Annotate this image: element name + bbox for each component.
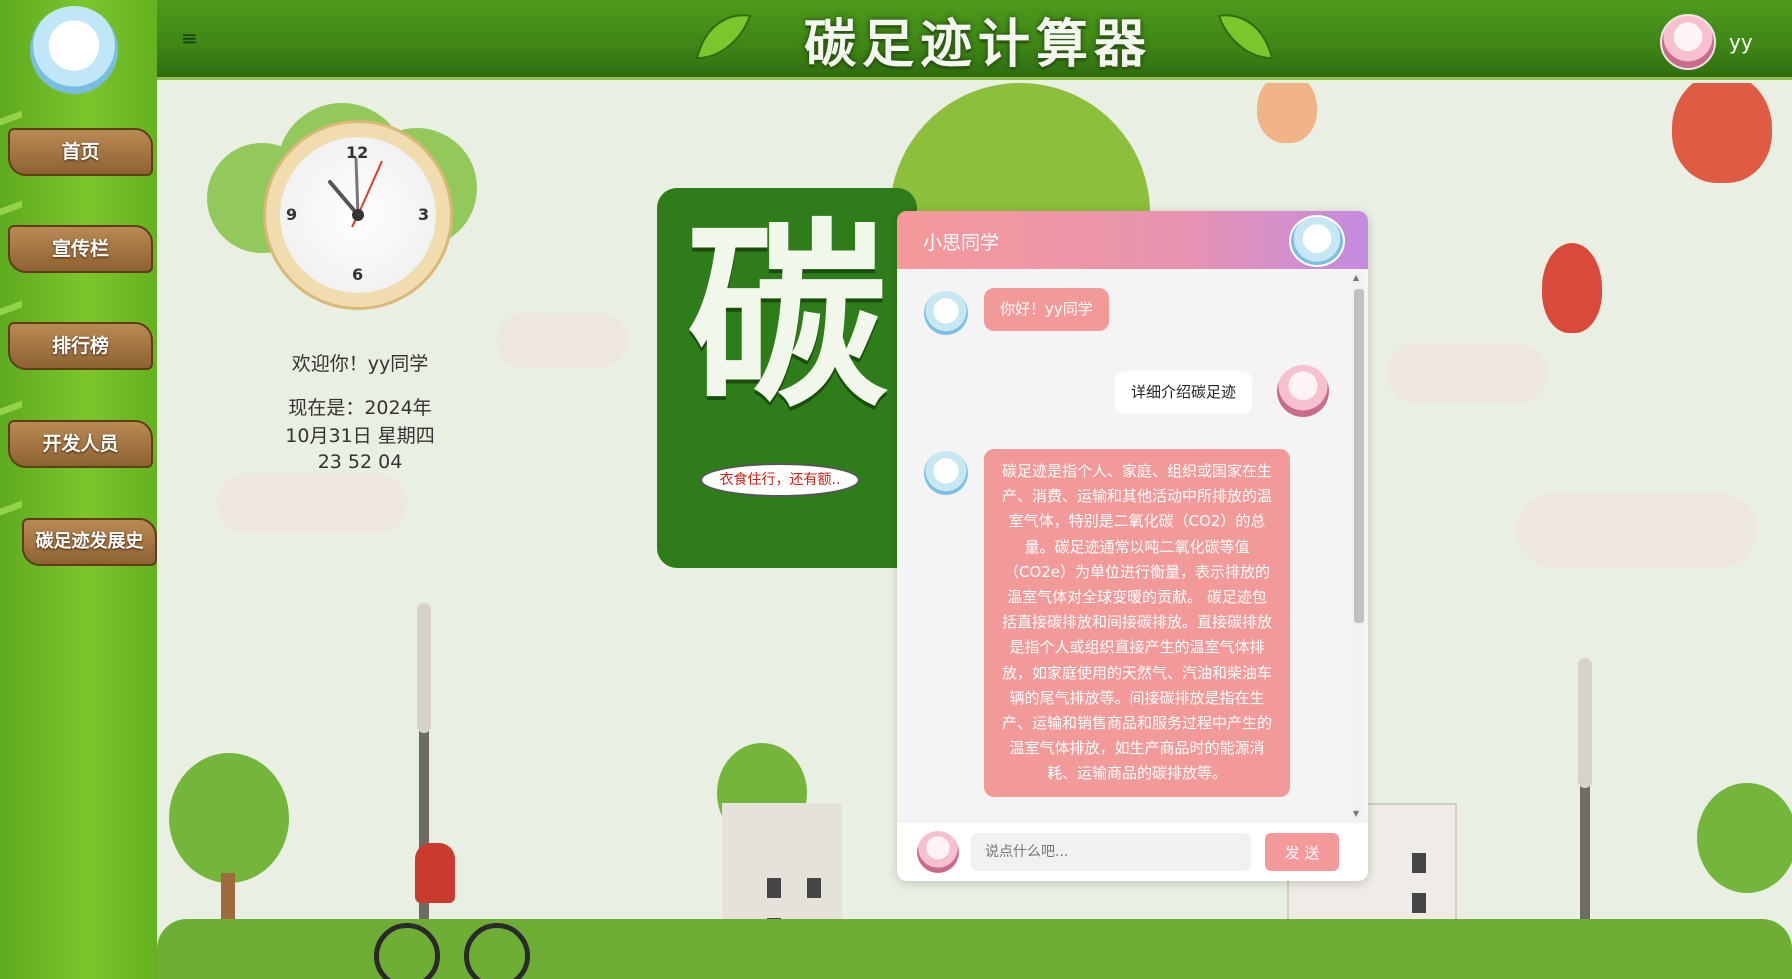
bot-avatar (924, 291, 968, 335)
window (1412, 853, 1426, 873)
bot-avatar (924, 451, 968, 495)
scroll-thumb[interactable] (1354, 289, 1364, 623)
clock-numeral-9: 9 (286, 205, 298, 224)
cloud (217, 473, 407, 533)
tree (1697, 783, 1792, 893)
wind-turbine-blade (1578, 658, 1592, 788)
scroll-up-icon[interactable]: ▲ (1353, 273, 1359, 282)
window (807, 878, 821, 898)
cyclist (415, 843, 455, 903)
current-time: 23 52 04 (317, 451, 403, 473)
wind-turbine-blade (417, 603, 431, 733)
chat-window: 小思同学 你好！yy同学 详细介绍碳足迹 碳足迹是指个人、家庭、组织或国家在生产… (897, 211, 1368, 881)
chat-input-bar: 发 送 (897, 823, 1368, 881)
user-avatar (917, 831, 959, 873)
user-avatar (1277, 365, 1329, 417)
leaf-icon (695, 14, 752, 60)
window (1412, 893, 1426, 913)
cloud (1517, 493, 1757, 568)
leaf-icon (1217, 14, 1274, 60)
chat-messages[interactable]: 你好！yy同学 详细介绍碳足迹 碳足迹是指个人、家庭、组织或国家在生产、消费、运… (897, 269, 1368, 823)
user-avatar[interactable] (1660, 14, 1716, 70)
carbon-sign-text: 碳 (687, 200, 888, 435)
bot-message: 你好！yy同学 (984, 288, 1109, 331)
sidebar: 首页 宣传栏 排行榜 开发人员 碳足迹发展史 (0, 0, 157, 979)
sidebar-item-history[interactable]: 碳足迹发展史 (22, 518, 157, 566)
chat-scrollbar[interactable]: ▲ ▼ (1352, 273, 1364, 819)
speech-bubble: 衣食住行，还有额.. (700, 463, 860, 497)
scroll-down-icon[interactable]: ▼ (1353, 809, 1359, 818)
chat-title: 小思同学 (923, 232, 1000, 254)
analog-clock: 12 3 6 9 (263, 120, 453, 310)
welcome-greeting: 欢迎你！yy同学 (291, 353, 429, 375)
sidebar-item-leaderboard[interactable]: 排行榜 (8, 322, 153, 370)
hamburger-menu-icon[interactable]: ≡ (181, 28, 198, 48)
bot-message: 碳足迹是指个人、家庭、组织或国家在生产、消费、运输和其他活动中所排放的温室气体，… (984, 449, 1290, 797)
cloud (1387, 343, 1547, 403)
welcome-panel: 欢迎你！yy同学 现在是：2024年 10月31日 星期四 23 52 04 (250, 350, 470, 474)
clock-numeral-12: 12 (346, 143, 369, 162)
user-name[interactable]: yy (1729, 30, 1753, 54)
bot-avatar (1289, 215, 1345, 267)
sidebar-item-bulletin[interactable]: 宣传栏 (8, 225, 153, 273)
top-header: ≡ 碳足迹计算器 yy (157, 0, 1792, 80)
current-label: 现在是：2024年 (288, 397, 432, 419)
tree (169, 753, 289, 883)
site-title: 碳足迹计算器 (803, 14, 1152, 75)
mascot-logo (30, 6, 118, 94)
window (767, 878, 781, 898)
cloud (497, 313, 627, 368)
carbon-sign: 碳 (657, 188, 917, 568)
chat-input[interactable] (971, 833, 1251, 871)
clock-numeral-3: 3 (418, 205, 430, 224)
sidebar-item-home[interactable]: 首页 (8, 128, 153, 176)
clock-numeral-6: 6 (352, 265, 364, 284)
grass-decoration (0, 190, 22, 228)
current-date: 10月31日 星期四 (285, 425, 435, 447)
hot-air-balloon (1542, 243, 1602, 333)
chat-header: 小思同学 (897, 211, 1368, 269)
hot-air-balloon (1672, 83, 1772, 183)
sidebar-item-developers[interactable]: 开发人员 (8, 420, 153, 468)
clock-face: 12 3 6 9 (280, 137, 436, 293)
send-button[interactable]: 发 送 (1265, 833, 1339, 871)
grass-decoration (0, 490, 22, 528)
hot-air-balloon (1257, 83, 1317, 143)
user-message: 详细介绍碳足迹 (1115, 371, 1253, 414)
